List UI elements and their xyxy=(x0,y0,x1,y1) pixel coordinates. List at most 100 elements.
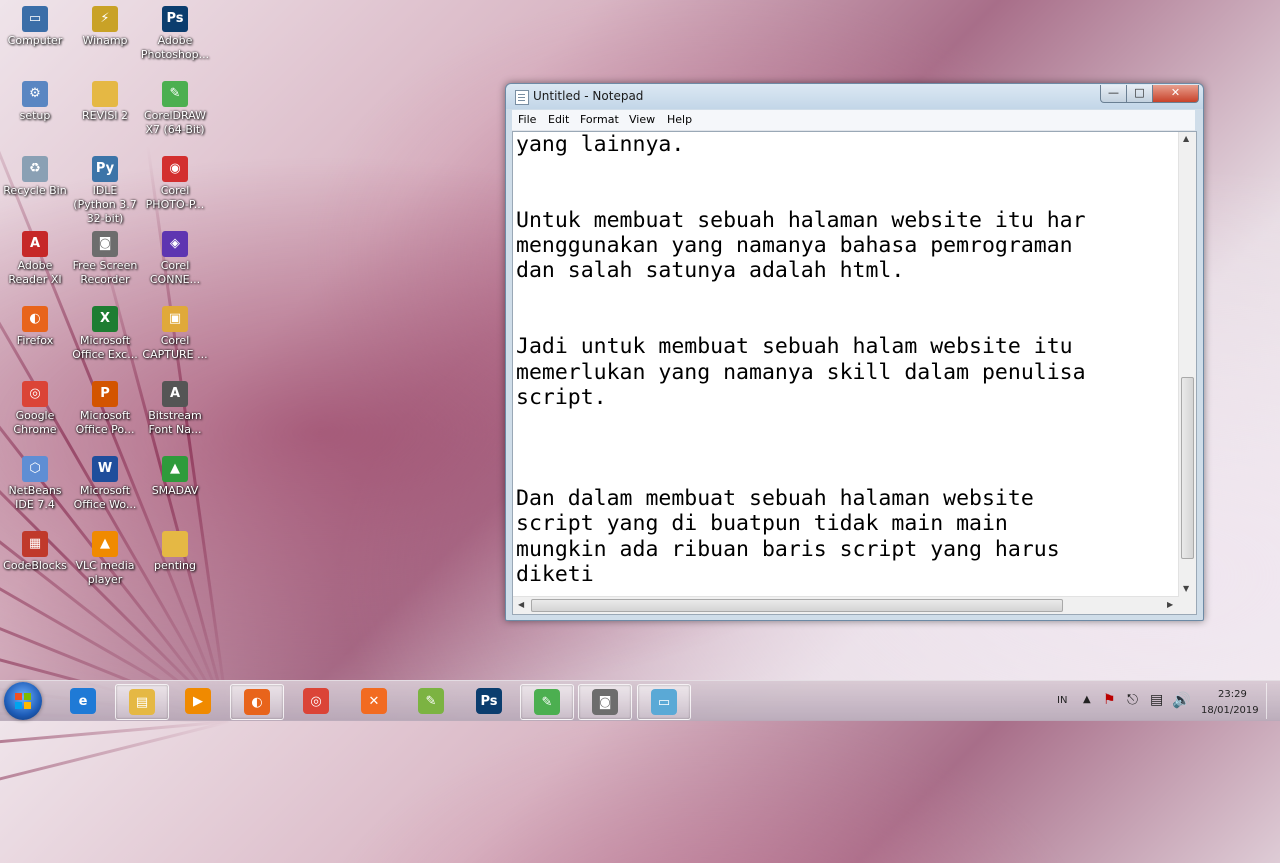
notepad-titlebar[interactable]: Untitled - Notepad — □ ✕ xyxy=(506,84,1203,109)
desktop-icon-computer[interactable]: ▭ Computer xyxy=(0,6,70,48)
scroll-down-icon[interactable]: ▼ xyxy=(1183,584,1189,593)
desktop-icon-firefox[interactable]: ◐ Firefox xyxy=(0,306,70,348)
corel-photopaint-icon: ◉ xyxy=(162,156,188,182)
desktop-icon-label: CorelDRAW X7 (64-Bit) xyxy=(144,109,206,136)
taskbar-button-notepad-plus[interactable]: ✎ xyxy=(405,684,457,718)
text-editor[interactable]: yang lainnya. Untuk membuat sebuah halam… xyxy=(512,131,1197,615)
taskbar-button-firefox[interactable]: ◐ xyxy=(230,684,284,720)
desktop-icon-vlc[interactable]: ▲ VLC media player xyxy=(70,531,140,587)
vertical-scrollbar[interactable]: ▲ ▼ xyxy=(1178,132,1196,597)
taskbar-button-camera[interactable]: ◙ xyxy=(578,684,632,720)
horizontal-scrollbar[interactable]: ◀ ▶ xyxy=(513,596,1179,614)
firefox-icon: ◐ xyxy=(22,306,48,332)
coreldraw-icon: ✎ xyxy=(162,81,188,107)
desktop-icon-label: SMADAV xyxy=(151,484,199,497)
menu-edit[interactable]: Edit xyxy=(548,113,569,126)
notepad-icon: ▭ xyxy=(651,689,677,715)
desktop-icon-label: setup xyxy=(19,109,51,122)
desktop-icon-label: Corel PHOTO-P... xyxy=(145,184,205,211)
taskbar-button-media-player[interactable]: ▶ xyxy=(172,684,224,718)
menu-view[interactable]: View xyxy=(629,113,655,126)
desktop-icon-label: Corel CAPTURE ... xyxy=(142,334,208,361)
clock-date[interactable]: 18/01/2019 xyxy=(1201,705,1259,745)
resize-grip[interactable] xyxy=(1179,597,1196,614)
window-title: Untitled - Notepad xyxy=(533,89,644,103)
desktop-icon-chrome[interactable]: ◎ Google Chrome xyxy=(0,381,70,437)
wallpaper-streak xyxy=(0,720,231,769)
desktop-icon-folder[interactable]: penting xyxy=(140,531,210,573)
codeblocks-icon: ▦ xyxy=(22,531,48,557)
desktop-icon-corel-connect[interactable]: ◈ Corel CONNE... xyxy=(140,231,210,287)
desktop-icon-label: Microsoft Office Po... xyxy=(75,409,135,436)
show-hidden-icons-icon[interactable]: ▲ xyxy=(1083,694,1091,734)
font-icon: A xyxy=(162,381,188,407)
desktop-icon-label: IDLE (Python 3.7 32-bit) xyxy=(73,184,137,225)
close-button[interactable]: ✕ xyxy=(1152,85,1199,103)
desktop-icon-recycle-bin[interactable]: ♻ Recycle Bin xyxy=(0,156,70,198)
powerpoint-icon: P xyxy=(92,381,118,407)
desktop-icon-coreldraw[interactable]: ✎ CorelDRAW X7 (64-Bit) xyxy=(140,81,210,137)
notepad-window[interactable]: Untitled - Notepad — □ ✕ File Edit Forma… xyxy=(505,83,1204,621)
desktop-icon-label: Bitstream Font Na... xyxy=(148,409,202,436)
taskbar-button-photoshop[interactable]: Ps xyxy=(463,684,515,718)
desktop-icon-camera[interactable]: ◙ Free Screen Recorder xyxy=(70,231,140,287)
scroll-right-icon[interactable]: ▶ xyxy=(1167,600,1173,609)
taskbar: e ▤ ▶ ◐ ◎ ✕ ✎ Ps ✎ ◙ ▭ IN ▲ ⚑ ⎋ ▤ 🔊 23:29 18/01/20… xyxy=(0,680,1280,721)
action-center-icon[interactable]: ⚑ xyxy=(1103,692,1116,732)
desktop-icon-label: Free Screen Recorder xyxy=(72,259,138,286)
menu-format[interactable]: Format xyxy=(580,113,619,126)
menu-file[interactable]: File xyxy=(518,113,536,126)
vertical-scroll-thumb[interactable] xyxy=(1181,377,1194,559)
desktop-icon-label: Computer xyxy=(7,34,63,47)
taskbar-button-explorer[interactable]: ▤ xyxy=(115,684,169,720)
desktop-icon-corel-photopaint[interactable]: ◉ Corel PHOTO-P... xyxy=(140,156,210,212)
desktop-icon-netbeans[interactable]: ⬡ NetBeans IDE 7.4 xyxy=(0,456,70,512)
desktop-icon-label: CodeBlocks xyxy=(3,559,67,572)
menu-help[interactable]: Help xyxy=(667,113,692,126)
desktop-icon-label: Adobe Photoshop... xyxy=(140,34,210,61)
taskbar-button-xampp[interactable]: ✕ xyxy=(348,684,400,718)
acrobat-icon: A xyxy=(22,231,48,257)
desktop-icon-powerpoint[interactable]: P Microsoft Office Po... xyxy=(70,381,140,437)
desktop-icon-label: VLC media player xyxy=(75,559,135,586)
chrome-icon: ◎ xyxy=(303,688,329,714)
network-icon[interactable]: ▤ xyxy=(1150,692,1163,732)
photoshop-icon: Ps xyxy=(162,6,188,32)
desktop-icon-acrobat[interactable]: A Adobe Reader XI xyxy=(0,231,70,287)
horizontal-scroll-thumb[interactable] xyxy=(531,599,1063,612)
desktop-icon-smadav[interactable]: ▲ SMADAV xyxy=(140,456,210,498)
desktop-icon-codeblocks[interactable]: ▦ CodeBlocks xyxy=(0,531,70,573)
desktop-icon-corel-capture[interactable]: ▣ Corel CAPTURE ... xyxy=(140,306,210,362)
desktop-icon-folder[interactable]: REVISI 2 xyxy=(70,81,140,123)
volume-icon[interactable]: 🔊 xyxy=(1172,691,1191,731)
taskbar-button-coreldraw[interactable]: ✎ xyxy=(520,684,574,720)
smadav-icon: ▲ xyxy=(162,456,188,482)
desktop-icon-label: Microsoft Office Exc... xyxy=(72,334,138,361)
desktop-icon-winamp[interactable]: ⚡ Winamp xyxy=(70,6,140,48)
taskbar-button-notepad[interactable]: ▭ xyxy=(637,684,691,720)
desktop-icon-setup[interactable]: ⚙ setup xyxy=(0,81,70,123)
computer-icon: ▭ xyxy=(22,6,48,32)
desktop-icon-label: penting xyxy=(153,559,197,572)
python-icon: Py xyxy=(92,156,118,182)
explorer-icon: ▤ xyxy=(129,689,155,715)
folder-icon xyxy=(162,531,188,557)
device-icon[interactable]: ⎋ xyxy=(1127,692,1138,732)
scroll-up-icon[interactable]: ▲ xyxy=(1183,134,1189,143)
desktop-icon-excel[interactable]: X Microsoft Office Exc... xyxy=(70,306,140,362)
editor-text[interactable]: yang lainnya. Untuk membuat sebuah halam… xyxy=(516,132,1176,587)
desktop-icon-font[interactable]: A Bitstream Font Na... xyxy=(140,381,210,437)
language-indicator[interactable]: IN xyxy=(1057,695,1067,735)
start-button[interactable] xyxy=(4,682,42,720)
show-desktop-button[interactable] xyxy=(1266,683,1279,719)
desktop-icon-label: REVISI 2 xyxy=(81,109,129,122)
setup-icon: ⚙ xyxy=(22,81,48,107)
desktop-icon-photoshop[interactable]: Ps Adobe Photoshop... xyxy=(140,6,210,62)
desktop-icon-python[interactable]: Py IDLE (Python 3.7 32-bit) xyxy=(70,156,140,226)
taskbar-button-ie[interactable]: e xyxy=(57,684,109,718)
maximize-button[interactable]: □ xyxy=(1126,85,1153,103)
taskbar-button-chrome[interactable]: ◎ xyxy=(290,684,342,718)
scroll-left-icon[interactable]: ◀ xyxy=(518,600,524,609)
desktop-icon-word[interactable]: W Microsoft Office Wo... xyxy=(70,456,140,512)
minimize-button[interactable]: — xyxy=(1100,85,1127,103)
